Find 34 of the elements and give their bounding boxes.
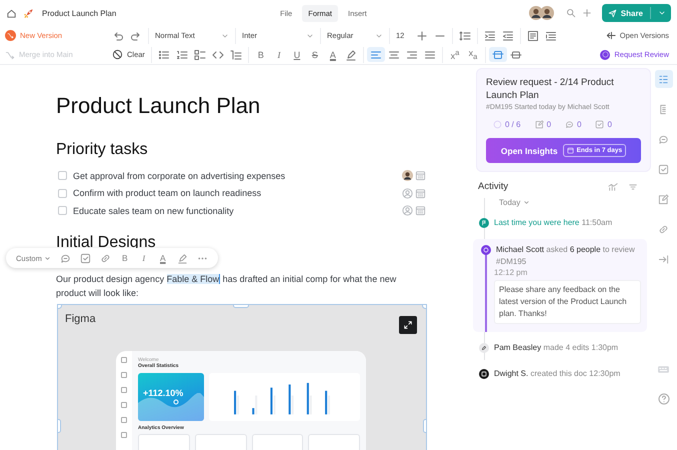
script-button[interactable]: x$^{a}$ (446, 47, 464, 62)
activity-title: Activity (478, 181, 510, 192)
section-heading: Initial Designs (56, 234, 157, 252)
section-heading: Priority tasks (56, 141, 149, 159)
task-text: Educate sales team on new functionality (73, 206, 235, 216)
paragraph: Our product design agency Fable & Flow has drafted an initial comp for what the new product will look like: (56, 272, 398, 300)
share-button[interactable]: Share (602, 4, 671, 22)
stat-value: 0 (607, 120, 612, 129)
task-text: Get approval from corporate on advertising expenses (73, 170, 286, 181)
document-title: Product Launch Plan (42, 8, 116, 18)
embed-label: Figma (65, 312, 96, 324)
format-button[interactable]: A (158, 250, 168, 266)
review-message: Please share any feedback on the latest version of the Product Launch plan. Thanks! (494, 280, 641, 324)
format-button[interactable]: U (288, 47, 306, 62)
review-title: Review request - 2/14 Product Launch Plan (486, 77, 615, 102)
format-button[interactable]: I (138, 250, 149, 266)
format-button[interactable]: B (252, 47, 270, 62)
activity-text: Pam Beasley made 4 edits 1:30pm (494, 342, 618, 354)
activity-text: Last time you were here 11:50am (494, 217, 612, 229)
activity-text: Dwight S. created this doc 12:30pm (494, 368, 620, 380)
task-text: Confirm with product team on launch readiness (73, 188, 262, 198)
format-button[interactable]: B (120, 250, 130, 266)
page-title: Product Launch Plan (56, 93, 262, 119)
activity-time: 12:12 pm (494, 268, 528, 277)
script-button[interactable]: x$_{a}$ (464, 47, 482, 62)
stat-value: 0 / 6 (505, 120, 521, 129)
stat-value: 0 (546, 120, 552, 129)
metric-value: +112.10% (143, 388, 184, 398)
format-button[interactable]: I (270, 47, 288, 62)
activity-text: Michael Scott asked 6 people to review #DM195 (496, 244, 636, 268)
date-filter[interactable]: Today (499, 198, 530, 207)
format-button[interactable]: A (324, 47, 342, 62)
format-button[interactable]: S (306, 47, 324, 62)
stat-value: 0 (577, 120, 582, 129)
